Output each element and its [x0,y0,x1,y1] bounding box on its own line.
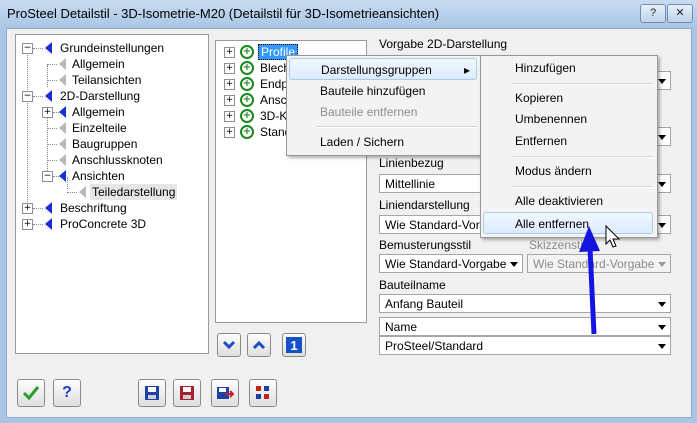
dialog-window: ProSteel Detailstil - 3D-Isometrie-M20 (… [0,0,697,423]
mouse-cursor-icon [605,224,621,248]
annotation-overlay [579,224,621,335]
annotation-arrow-icon [579,226,600,335]
